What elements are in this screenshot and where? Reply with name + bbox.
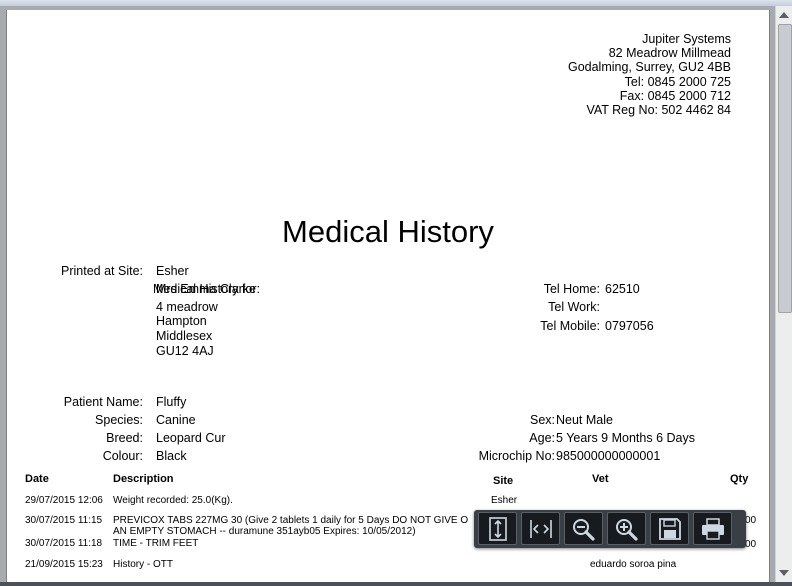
fit-width-icon [530,520,552,538]
window-bottom-bar [0,582,792,586]
species-value: Canine [156,413,196,427]
print-button[interactable] [693,512,732,545]
zoom-in-button[interactable] [607,512,646,545]
fit-width-button[interactable] [521,512,560,545]
sex-value: Neut Male [556,413,613,427]
fit-page-button[interactable] [478,512,517,545]
patient-name-value: Fluffy [156,395,187,409]
zoom-in-icon [616,519,638,541]
row-site: Esher [491,495,518,506]
row-date: 29/07/2015 12:06 [25,495,103,506]
owner-address-line: GU12 4AJ [156,344,214,358]
colour-value: Black [156,449,187,463]
row-description: TIME - TRIM FEET [113,538,199,549]
company-fax: Fax: 0845 2000 712 [619,88,731,103]
company-vat: VAT Reg No: 502 4462 84 [586,103,731,118]
microchip-label: Microchip No: [478,449,555,463]
owner-address-line: Middlesex [156,329,213,343]
row-date: 30/07/2015 11:15 [25,515,103,526]
row-qty: 00 [745,515,757,526]
zoom-out-icon [573,519,595,541]
print-icon [702,518,724,540]
sex-label: Sex: [529,413,555,427]
colour-label: Colour: [102,449,143,463]
save-icon [659,518,681,540]
site-value: Esher [156,264,189,278]
row-vet: eduardo soroa pina [590,559,677,570]
viewer-toolbar [474,510,746,548]
company-tel: Tel: 0845 2000 725 [624,74,731,89]
row-description: PREVICOX TABS 227MG 30 (Give 2 tablets 1… [113,515,469,526]
age-label: Age: [529,431,555,445]
tel-home-label: Tel Home: [543,282,600,296]
company-name: Jupiter Systems [642,32,731,46]
site-label: Printed at Site: [61,264,143,278]
row-date: 30/07/2015 11:18 [25,538,103,549]
vertical-scrollbar[interactable] [775,6,792,582]
tel-home-value: 62510 [605,282,640,296]
row-description-continued: AN EMPTY STOMACH -- duramune 351ayb05 Ex… [113,526,416,537]
column-header-qty: Qty [730,473,749,485]
age-value: 5 Years 9 Months 6 Days [556,431,695,445]
report-page: Jupiter Systems 82 Meadrow Millmead Goda… [6,10,770,584]
owner-address-line: 4 meadrow [156,300,218,314]
row-date: 21/09/2015 15:23 [25,559,103,570]
owner-address-line: Hampton [156,314,207,328]
document-viewer: Jupiter Systems 82 Meadrow Millmead Goda… [0,6,775,584]
patient-name-label: Patient Name: [63,395,143,409]
scroll-up-arrow-icon[interactable] [779,12,789,18]
zoom-out-button[interactable] [564,512,603,545]
scroll-thumb[interactable] [778,24,792,313]
row-description: Weight recorded: 25.0(Kg). [113,495,233,506]
company-address-line2: Godalming, Surrey, GU2 4BB [567,60,731,75]
company-address-block: Jupiter Systems 82 Meadrow Millmead Goda… [568,32,731,117]
report-title: Medical History [282,214,494,249]
row-description: History - OTT [113,559,173,570]
column-header-site: Site [493,475,514,487]
species-label: Species: [95,413,143,427]
microchip-value: 985000000000001 [556,449,661,463]
tel-mobile-label: Tel Mobile: [540,319,600,333]
fit-page-icon [489,517,507,541]
column-header-date: Date [25,473,49,485]
owner-name: Mrs Emma Clarke [156,282,257,296]
breed-value: Leopard Cur [156,431,226,445]
company-address-line1: 82 Meadrow Millmead [608,46,731,61]
row-qty: 00 [745,539,757,550]
breed-label: Breed: [106,431,143,445]
column-header-vet: Vet [592,473,609,485]
column-header-description: Description [113,473,174,485]
save-button[interactable] [650,512,689,545]
tel-mobile-value: 0797056 [605,319,654,333]
tel-work-label: Tel Work: [548,300,600,314]
scroll-down-arrow-icon[interactable] [779,570,789,576]
